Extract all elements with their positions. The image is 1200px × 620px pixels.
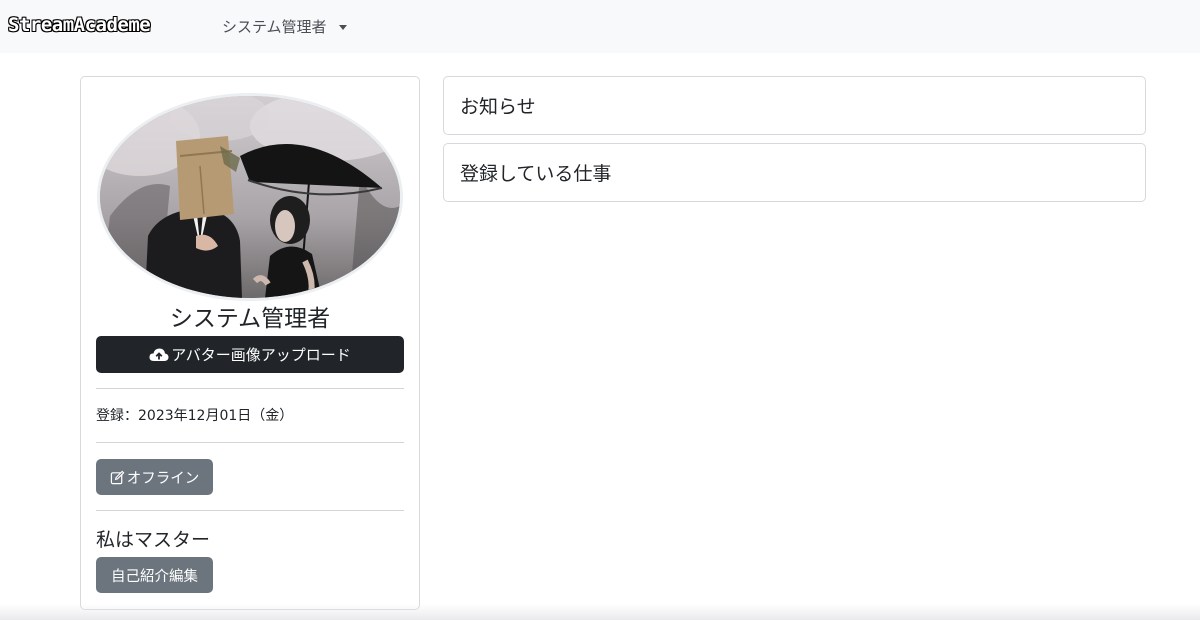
status-offline-button[interactable]: オフライン: [96, 459, 213, 495]
profile-card: システム管理者 アバター画像アップロード 登録：2023年12月01日（金） オ…: [80, 76, 420, 610]
news-panel-title: お知らせ: [460, 96, 536, 118]
cloud-upload-icon: [149, 348, 169, 361]
page-bottom-shade: [0, 604, 1200, 620]
profile-name: システム管理者: [169, 306, 331, 332]
user-menu-label: システム管理者: [222, 18, 327, 36]
bio-text: 私はマスター: [96, 529, 211, 551]
divider: [96, 442, 404, 443]
divider: [96, 388, 404, 389]
avatar-image: [100, 96, 400, 298]
edit-bio-button[interactable]: 自己紹介編集: [96, 557, 213, 593]
news-panel[interactable]: お知らせ: [443, 76, 1146, 135]
registration-date: 登録：2023年12月01日（金）: [96, 408, 294, 424]
status-button-label: オフライン: [126, 470, 200, 487]
user-menu-dropdown[interactable]: システム管理者: [222, 16, 347, 37]
upload-avatar-button[interactable]: アバター画像アップロード: [96, 336, 404, 373]
caret-down-icon: [338, 25, 347, 30]
edit-icon: [110, 470, 125, 484]
divider: [96, 510, 404, 511]
registered-jobs-panel[interactable]: 登録している仕事: [443, 143, 1146, 202]
top-navbar: StreamAcademe システム管理者: [0, 0, 1200, 53]
upload-avatar-label: アバター画像アップロード: [171, 346, 351, 364]
avatar: [97, 93, 403, 301]
brand-logo[interactable]: StreamAcademe: [8, 14, 151, 36]
jobs-panel-title: 登録している仕事: [460, 163, 612, 185]
